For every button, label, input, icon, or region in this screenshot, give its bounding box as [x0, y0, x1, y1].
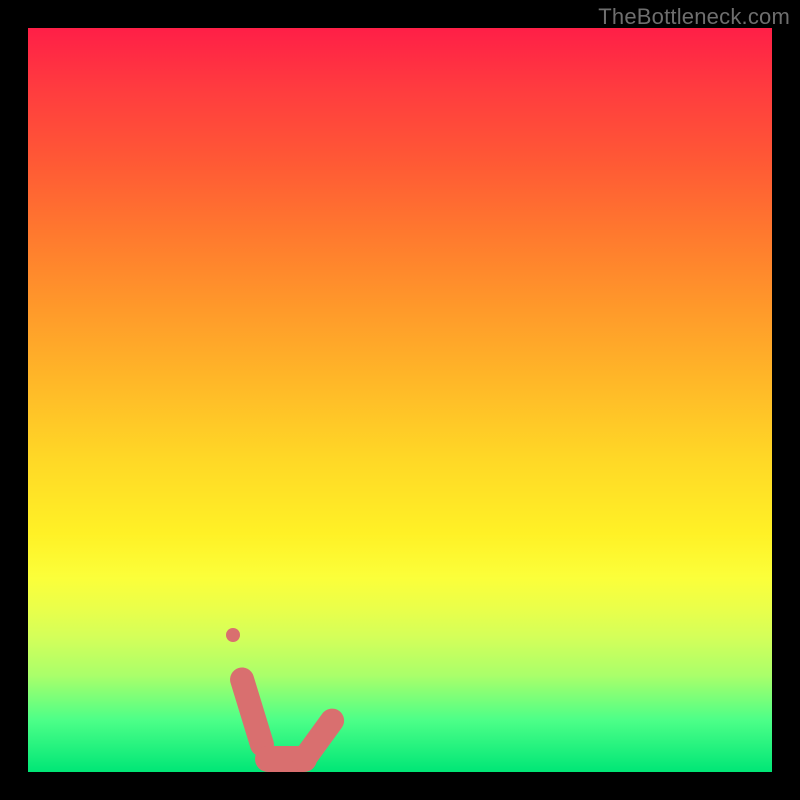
heat-gradient [28, 28, 772, 772]
plot-area [28, 28, 772, 772]
watermark-text: TheBottleneck.com [598, 4, 790, 30]
chart-frame: TheBottleneck.com [0, 0, 800, 800]
marker-dot [226, 628, 240, 642]
